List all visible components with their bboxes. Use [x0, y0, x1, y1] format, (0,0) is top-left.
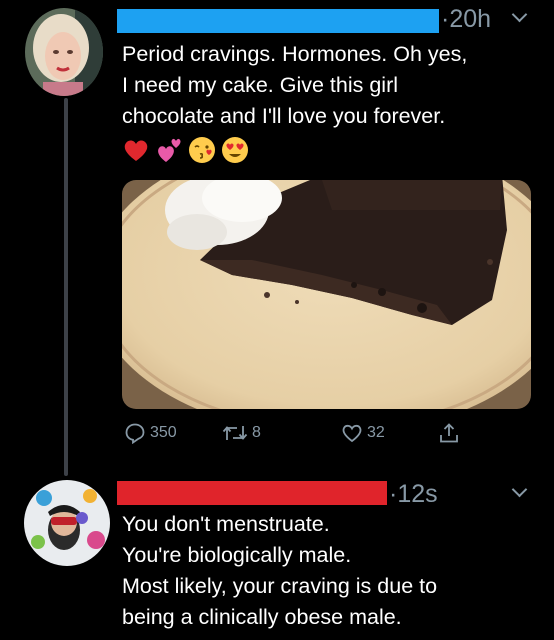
- tweet-text-line: You're biologically male.: [122, 543, 352, 567]
- two-hearts-icon: [158, 138, 181, 162]
- heart-icon: [342, 424, 362, 443]
- tweet-text-line: chocolate and I'll love you forever.: [122, 104, 446, 128]
- tweet-text-line: Most likely, your craving is due to: [122, 574, 438, 598]
- share-button[interactable]: [438, 422, 460, 444]
- avatar[interactable]: [25, 8, 103, 96]
- timestamp-value: 20h: [449, 5, 492, 33]
- tweet-text-line: I need my cake. Give this girl: [122, 73, 399, 97]
- thread-connector: [64, 98, 68, 476]
- kissing-face-icon: [189, 137, 215, 163]
- heart-eyes-face-icon: [222, 137, 248, 163]
- tweet-text: Period cravings. Hormones. Oh yes, I nee…: [122, 39, 467, 132]
- retweet-icon: [222, 426, 248, 440]
- like-button[interactable]: 32: [341, 422, 385, 444]
- timestamp-value: 12s: [397, 480, 438, 508]
- emoji-row: [121, 135, 250, 165]
- chevron-down-icon[interactable]: [511, 6, 528, 23]
- like-count: 32: [367, 424, 385, 441]
- tweet-actions: 350 8 32: [122, 422, 522, 448]
- tweet-timestamp[interactable]: ·20h: [441, 5, 491, 33]
- red-heart-icon: [124, 140, 148, 161]
- reply-icon: [125, 423, 145, 444]
- author-name-redacted[interactable]: [117, 481, 387, 505]
- avatar[interactable]: [24, 480, 110, 566]
- avatar-photo: [24, 480, 110, 566]
- tweet-text-line: You don't menstruate.: [122, 512, 330, 536]
- retweet-button[interactable]: 8: [222, 422, 261, 444]
- chevron-down-icon[interactable]: [511, 481, 528, 498]
- tweet-media-image[interactable]: [122, 180, 531, 409]
- tweet-text-line: Period cravings. Hormones. Oh yes,: [122, 42, 468, 66]
- retweet-count: 8: [252, 424, 261, 441]
- reply-button[interactable]: 350: [124, 422, 177, 444]
- reply-count: 350: [150, 424, 177, 441]
- tweet-timestamp[interactable]: ·12s: [389, 480, 438, 508]
- avatar-photo: [25, 8, 103, 96]
- author-name-redacted[interactable]: [117, 9, 439, 33]
- share-icon: [440, 423, 458, 443]
- chocolate-cake-photo: [122, 180, 531, 409]
- tweet-text: You don't menstruate. You're biologicall…: [122, 509, 437, 633]
- tweet-text-line: being a clinically obese male.: [122, 605, 402, 629]
